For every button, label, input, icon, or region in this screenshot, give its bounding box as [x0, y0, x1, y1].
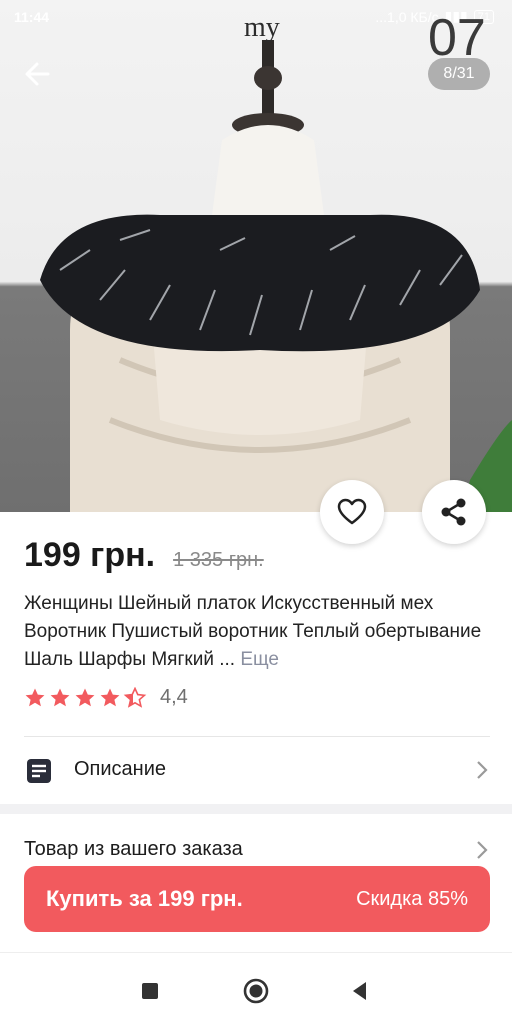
star-icon	[75, 688, 95, 706]
section-separator	[0, 804, 512, 814]
image-counter: 8/31	[428, 58, 490, 90]
nav-home-icon[interactable]	[242, 977, 270, 1005]
star-icon	[50, 688, 70, 706]
photo-overlay-text: my	[244, 12, 280, 43]
star-half-icon	[124, 687, 146, 707]
star-icon	[100, 688, 120, 706]
back-arrow-icon	[25, 62, 50, 86]
order-item-row[interactable]: Товар из вашего заказа	[0, 828, 512, 868]
star-icon	[25, 688, 45, 706]
favorite-button[interactable]	[320, 480, 384, 544]
buy-button-label: Купить за 199 грн.	[46, 886, 243, 911]
order-item-label: Товар из вашего заказа	[24, 838, 243, 860]
more-link[interactable]: Еще	[240, 649, 279, 670]
share-button[interactable]	[422, 480, 486, 544]
current-price: 199 грн.	[24, 536, 156, 574]
rating-value: 4,4	[160, 686, 188, 708]
heart-icon	[337, 498, 367, 525]
nav-back-icon[interactable]	[346, 977, 374, 1005]
product-title[interactable]: Женщины Шейный платок Искусственный мех …	[24, 590, 492, 674]
system-nav-bar	[0, 952, 512, 1025]
description-icon	[27, 759, 51, 783]
chevron-right-icon	[477, 841, 488, 859]
rating-stars	[25, 687, 146, 707]
product-photo[interactable]: 11:44 ...1,0 КБ/с ▮▮▮ 71 my 07 8/31	[0, 0, 512, 512]
divider	[24, 736, 490, 737]
status-time: 11:44	[14, 9, 50, 25]
share-icon	[441, 498, 466, 526]
description-row[interactable]: Описание	[0, 740, 512, 800]
chevron-right-icon	[477, 761, 488, 779]
price-row: 199 грн. 1 335 грн.	[24, 536, 264, 575]
rating[interactable]: 4,4	[24, 686, 188, 709]
buy-button[interactable]: Купить за 199 грн. Скидка 85%	[24, 866, 490, 932]
nav-square-icon[interactable]	[136, 977, 164, 1005]
back-button[interactable]	[20, 56, 60, 92]
description-label: Описание	[74, 758, 167, 780]
old-price: 1 335 грн.	[173, 549, 264, 571]
discount-label: Скидка 85%	[356, 888, 468, 910]
